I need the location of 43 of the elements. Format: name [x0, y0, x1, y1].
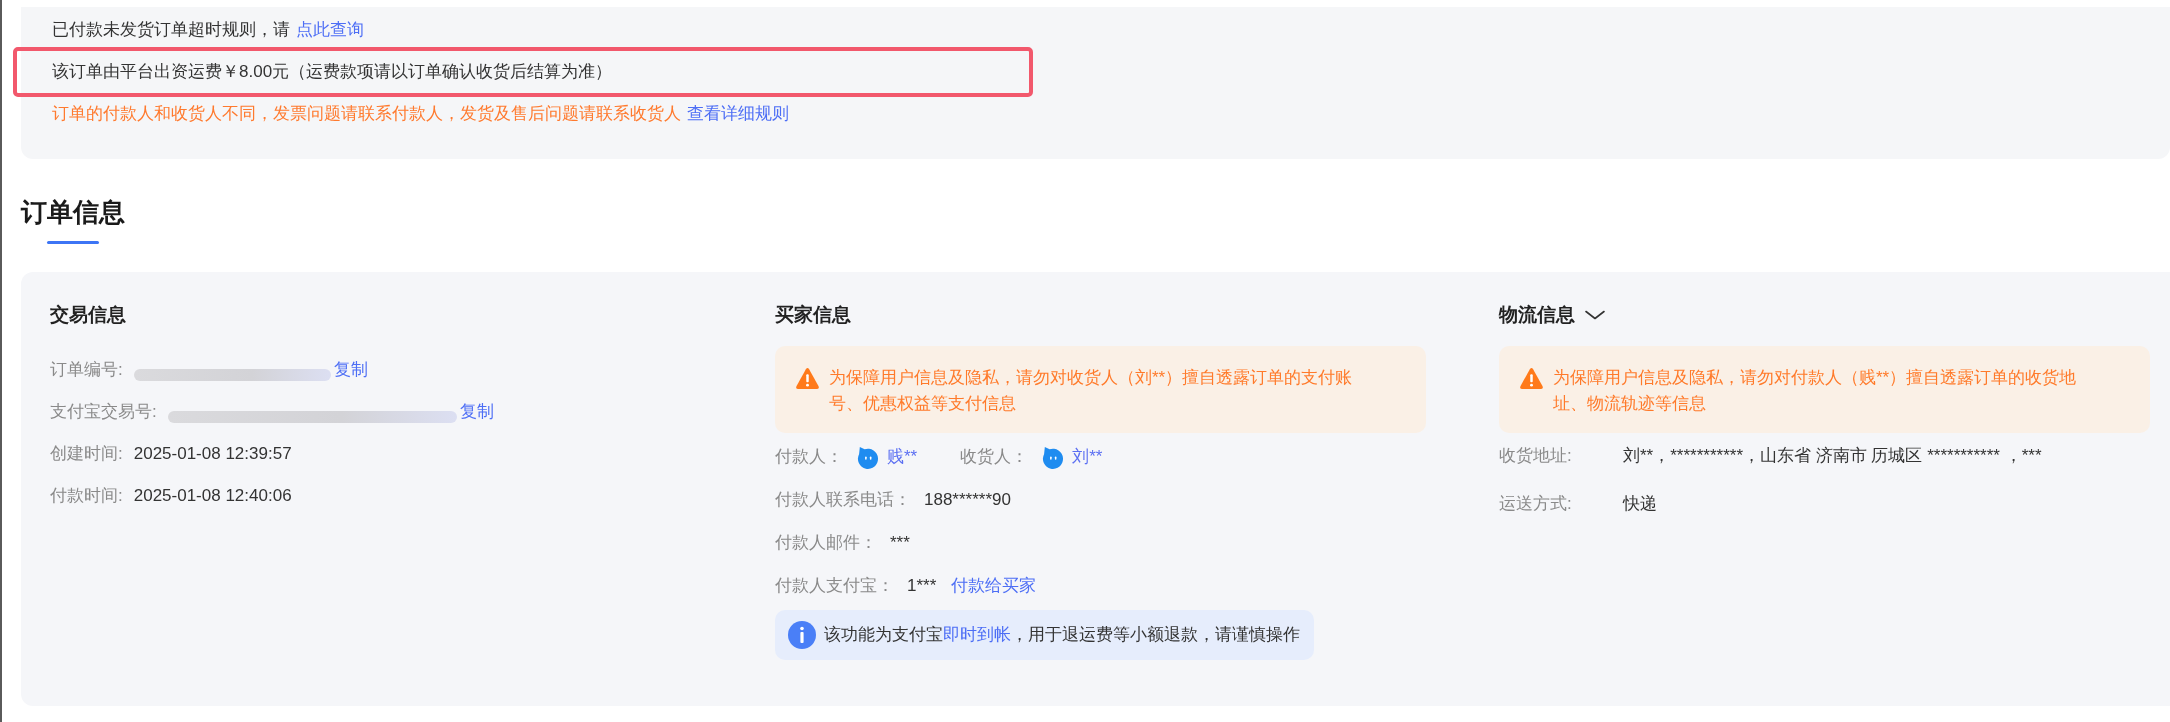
field-label: 付款人支付宝： — [775, 575, 894, 597]
field-label: 订单编号: — [50, 359, 123, 381]
chat-icon[interactable] — [856, 445, 879, 469]
field-label: 付款人联系电话： — [775, 489, 911, 511]
field-label: 付款时间: — [50, 485, 123, 507]
info-text: 该功能为支付宝即时到帐，用于退运费等小额退款，请谨慎操作 — [824, 624, 1300, 646]
field-label: 收货人： — [960, 446, 1029, 468]
copy-link[interactable]: 复制 — [459, 399, 494, 425]
inline-link[interactable]: 即时到帐 — [943, 625, 1011, 644]
field-label: 支付宝交易号: — [50, 401, 157, 423]
field-value: 快递 — [1623, 493, 1657, 515]
warning-text: 为保障用户信息及隐私，请勿对收货人（刘**）擅自透露订单的支付账号、优惠权益等支付信息 — [829, 367, 1354, 415]
field-label: 收货地址: — [1499, 445, 1573, 467]
warning-icon — [796, 368, 819, 389]
column-title: 交易信息 — [50, 303, 126, 327]
copy-link[interactable]: 复制 — [333, 357, 368, 383]
warning-icon — [1520, 368, 1543, 389]
column-title: 物流信息 — [1499, 303, 1575, 327]
field-label: 付款人： — [775, 446, 843, 468]
field-value: 刘**，***********，山东省 济南市 历城区 *********** ，*** — [1623, 445, 2042, 467]
field-value: 188******90 — [924, 489, 1011, 511]
heading-accent-bar — [47, 241, 99, 244]
chat-icon[interactable] — [1041, 445, 1065, 469]
info-icon — [788, 621, 816, 649]
inline-link[interactable]: 点此查询 — [296, 20, 364, 39]
inline-link[interactable]: 查看详细规则 — [687, 104, 789, 123]
column-title: 买家信息 — [775, 303, 851, 327]
notice-text: 该订单由平台出资运费￥8.00元（运费款项请以订单确认收货后结算为准） — [52, 61, 614, 83]
field-label: 付款人邮件： — [775, 532, 877, 554]
warning-text: 为保障用户信息及隐私，请勿对付款人（贱**）擅自透露订单的收货地址、物流轨迹等信息 — [1553, 367, 2078, 415]
notice-text: 订单的付款人和收货人不同，发票问题请联系付款人，发货及售后问题请联系收货人 查看详细规则 — [52, 103, 790, 125]
field-value: *** — [890, 532, 910, 554]
field-value: 2025-01-08 12:40:06 — [133, 485, 292, 507]
pay-buyer-link[interactable]: 付款给买家 — [951, 573, 1037, 599]
notice-text: 已付款未发货订单超时规则，请 点此查询 — [52, 19, 365, 41]
field-label: 创建时间: — [50, 443, 123, 465]
user-name-link[interactable]: 刘** — [1072, 444, 1103, 470]
section-title: 订单信息 — [21, 196, 125, 229]
field-value: 1*** — [907, 575, 937, 597]
user-name-link[interactable]: 贱** — [887, 444, 918, 470]
chevron-down-icon[interactable] — [1585, 310, 1605, 320]
field-value: 2025-01-08 12:39:57 — [133, 443, 292, 465]
field-label: 运送方式: — [1499, 493, 1573, 515]
